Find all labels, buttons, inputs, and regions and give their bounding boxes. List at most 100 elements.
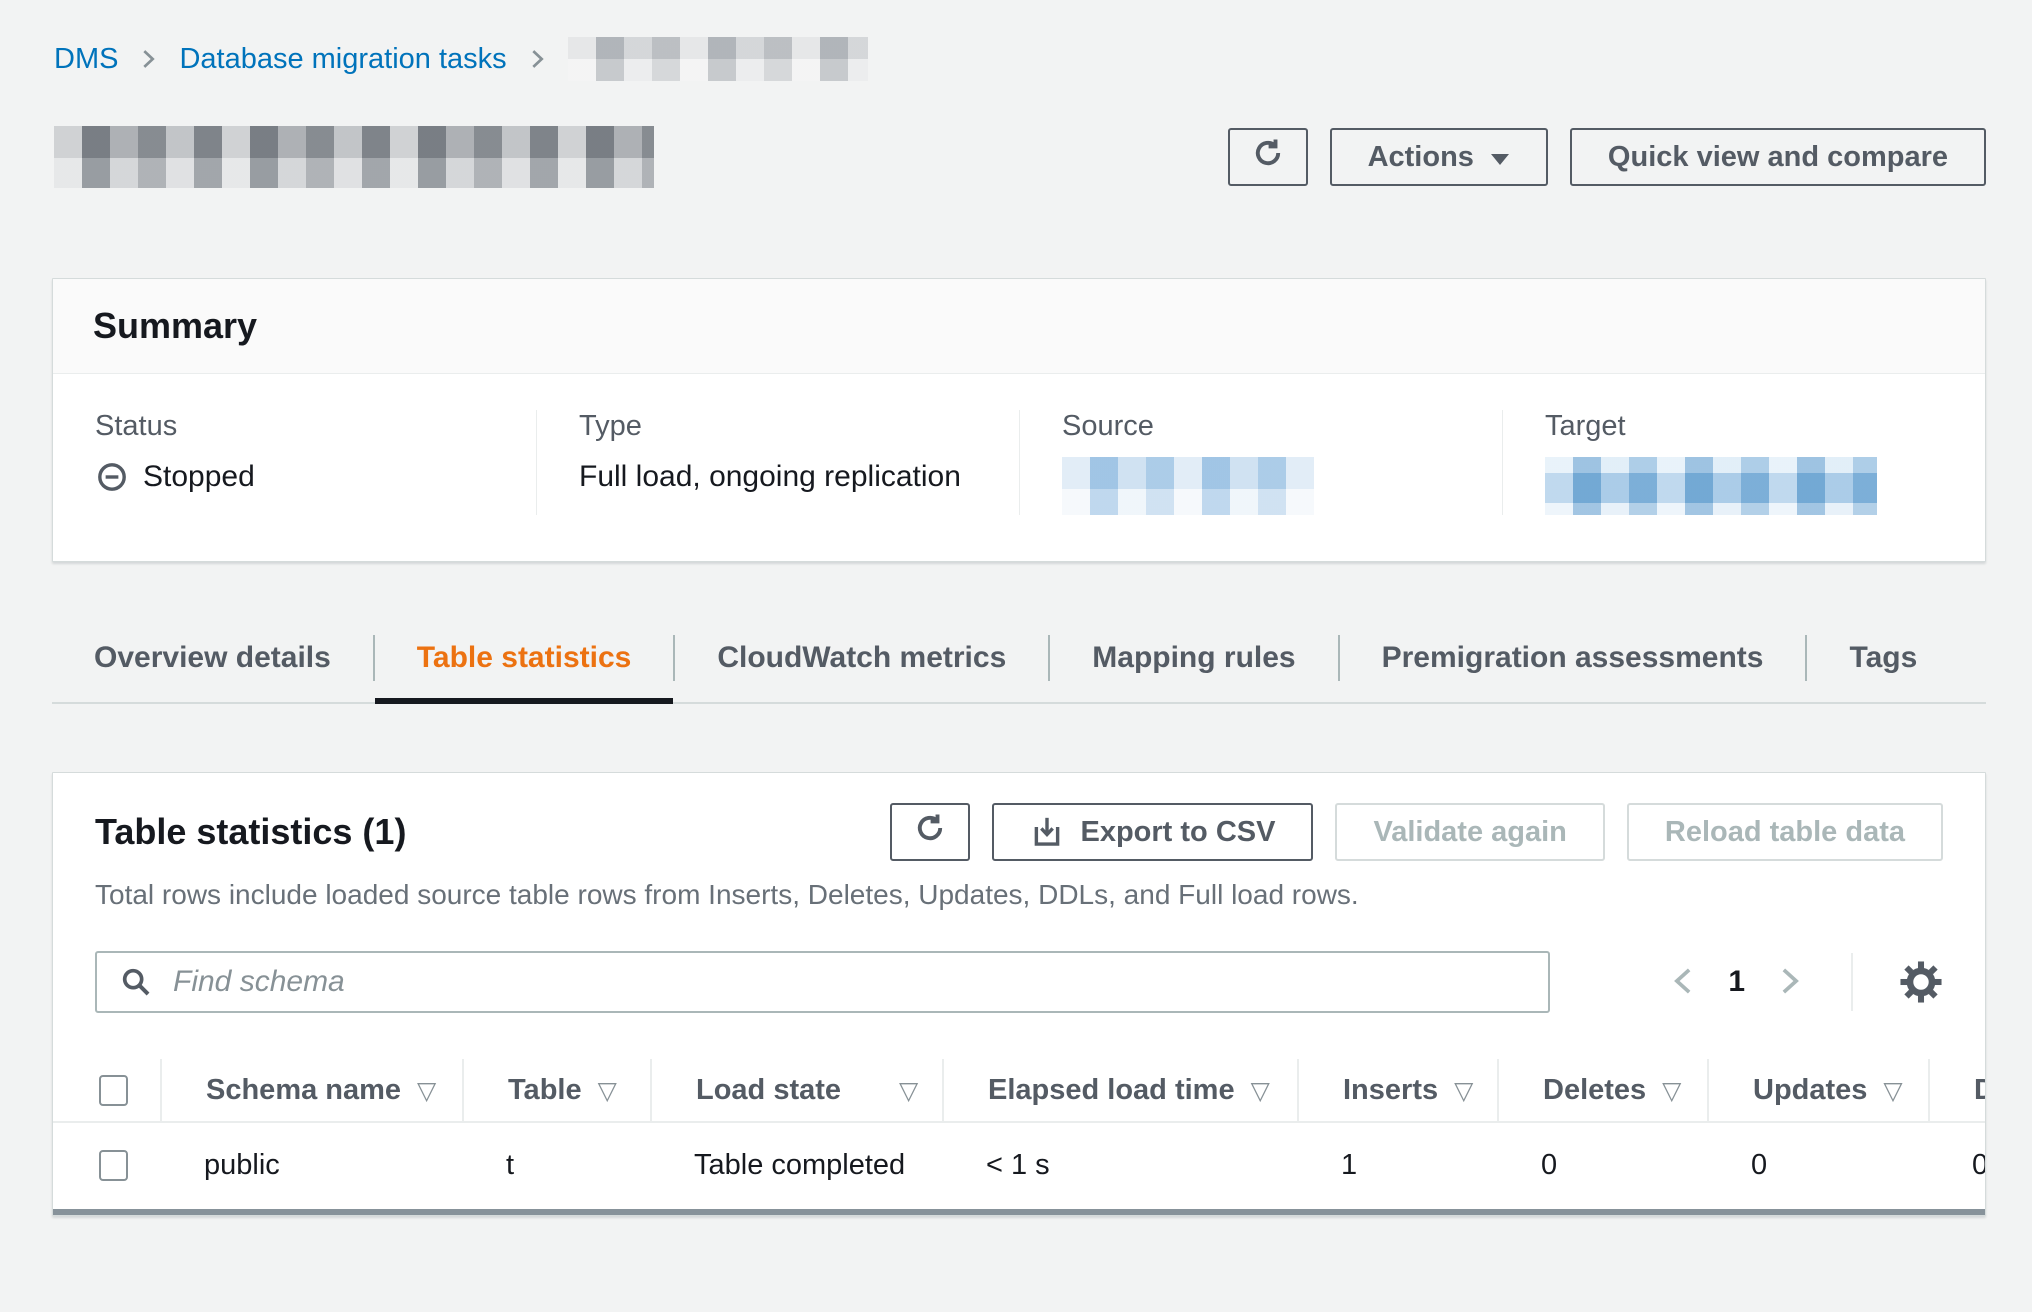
table-preferences-button[interactable] — [1899, 960, 1943, 1004]
column-label: Table — [508, 1074, 582, 1107]
validate-again-label: Validate again — [1373, 816, 1566, 849]
cell-table: t — [462, 1149, 650, 1182]
chevron-left-icon — [1668, 965, 1698, 1000]
table-statistics-title: Table statistics (1) — [95, 811, 406, 853]
cell-load-state: Table completed — [650, 1149, 942, 1182]
summary-field-type: Type Full load, ongoing replication — [536, 410, 1019, 515]
export-csv-button[interactable]: Export to CSV — [992, 803, 1313, 861]
sort-icon: ▽ — [1251, 1076, 1270, 1105]
column-header-schema-name[interactable]: Schema name ▽ — [160, 1059, 462, 1121]
next-page-button[interactable] — [1775, 965, 1805, 1000]
tab-overview-details[interactable]: Overview details — [52, 614, 373, 702]
caret-down-icon — [1490, 141, 1510, 174]
sort-icon: ▽ — [899, 1076, 918, 1105]
cell-schema-name: public — [160, 1149, 462, 1182]
table-statistics-card: Table statistics (1) Export to CSV Valid… — [52, 772, 1986, 1216]
breadcrumb-link-tasks[interactable]: Database migration tasks — [179, 43, 506, 76]
status-value: Stopped — [95, 457, 494, 497]
previous-page-button[interactable] — [1668, 965, 1698, 1000]
field-label: Target — [1545, 410, 1943, 443]
chevron-right-icon — [138, 48, 159, 70]
actions-button-label: Actions — [1368, 141, 1474, 174]
field-label: Source — [1062, 410, 1460, 443]
column-label: DDLs — [1974, 1074, 1986, 1107]
sort-icon: ▽ — [598, 1076, 617, 1105]
chevron-right-icon — [1775, 965, 1805, 1000]
export-csv-label: Export to CSV — [1080, 816, 1275, 849]
search-icon — [119, 965, 153, 999]
row-select-cell — [53, 1150, 160, 1181]
schema-search-box[interactable] — [95, 951, 1550, 1013]
table-statistics-header: Table statistics (1) Export to CSV Valid… — [53, 773, 1985, 861]
page-header: Actions Quick view and compare — [54, 126, 1986, 188]
pagination: 1 — [1668, 953, 1943, 1011]
cell-inserts: 1 — [1297, 1149, 1497, 1182]
tab-tags[interactable]: Tags — [1807, 614, 1959, 702]
source-value — [1062, 457, 1460, 515]
summary-fields: Status Stopped Type Full load, ongoing r… — [53, 374, 1985, 561]
summary-field-source: Source — [1019, 410, 1502, 515]
gear-icon — [1899, 960, 1943, 1004]
chevron-right-icon — [527, 48, 548, 70]
sort-icon: ▽ — [1883, 1076, 1902, 1105]
column-header-ddls[interactable]: DDLs ▽ — [1928, 1059, 1986, 1121]
column-header-elapsed-load-time[interactable]: Elapsed load time ▽ — [942, 1059, 1297, 1121]
row-checkbox[interactable] — [99, 1150, 128, 1181]
column-header-updates[interactable]: Updates ▽ — [1707, 1059, 1928, 1121]
target-value — [1545, 457, 1943, 515]
column-label: Elapsed load time — [988, 1074, 1235, 1107]
table-statistics-actions: Export to CSV Validate again Reload tabl… — [890, 803, 1943, 861]
table-statistics-table: Schema name ▽ Table ▽ Load state ▽ Elaps… — [53, 1059, 1986, 1207]
cell-deletes: 0 — [1497, 1149, 1707, 1182]
breadcrumb-current-redacted — [568, 37, 868, 81]
actions-button[interactable]: Actions — [1330, 128, 1548, 186]
sort-icon: ▽ — [1454, 1076, 1473, 1105]
current-page-number[interactable]: 1 — [1728, 965, 1745, 999]
reload-table-data-button[interactable]: Reload table data — [1627, 803, 1943, 861]
summary-card: Summary Status Stopped Type Full load, o… — [52, 278, 1986, 562]
table-statistics-description: Total rows include loaded source table r… — [53, 861, 1985, 911]
quick-view-button-label: Quick view and compare — [1608, 141, 1948, 174]
reload-table-data-label: Reload table data — [1665, 816, 1905, 849]
table-row: public t Table completed < 1 s 1 0 0 0 — [53, 1123, 1986, 1207]
validate-again-button[interactable]: Validate again — [1335, 803, 1604, 861]
column-label: Load state — [696, 1074, 841, 1107]
stopped-circle-minus-icon — [95, 460, 129, 494]
target-link-redacted[interactable] — [1545, 457, 1877, 515]
summary-field-target: Target — [1502, 410, 1985, 515]
column-label: Updates — [1753, 1074, 1867, 1107]
tab-premigration-assessments[interactable]: Premigration assessments — [1340, 614, 1806, 702]
column-label: Inserts — [1343, 1074, 1438, 1107]
column-header-load-state[interactable]: Load state ▽ — [650, 1059, 942, 1121]
summary-title: Summary — [53, 279, 1985, 374]
download-icon — [1030, 815, 1064, 849]
sort-icon: ▽ — [1662, 1076, 1681, 1105]
column-header-inserts[interactable]: Inserts ▽ — [1297, 1059, 1497, 1121]
column-label: Deletes — [1543, 1074, 1646, 1107]
pager-divider — [1851, 953, 1853, 1011]
summary-field-status: Status Stopped — [53, 410, 536, 515]
select-all-checkbox[interactable] — [99, 1075, 128, 1106]
refresh-table-button[interactable] — [890, 803, 970, 861]
select-all-cell — [53, 1059, 160, 1121]
refresh-icon — [1250, 135, 1286, 179]
cell-elapsed-load-time: < 1 s — [942, 1149, 1297, 1182]
quick-view-button[interactable]: Quick view and compare — [1570, 128, 1986, 186]
column-header-deletes[interactable]: Deletes ▽ — [1497, 1059, 1707, 1121]
refresh-button[interactable] — [1228, 128, 1308, 186]
source-link-redacted[interactable] — [1062, 457, 1314, 515]
column-header-table[interactable]: Table ▽ — [462, 1059, 650, 1121]
tab-mapping-rules[interactable]: Mapping rules — [1050, 614, 1337, 702]
sort-icon: ▽ — [417, 1076, 436, 1105]
field-label: Type — [579, 410, 977, 443]
column-label: Schema name — [206, 1074, 401, 1107]
tab-cloudwatch-metrics[interactable]: CloudWatch metrics — [675, 614, 1048, 702]
tab-table-statistics[interactable]: Table statistics — [375, 614, 674, 702]
find-schema-input[interactable] — [173, 965, 1526, 999]
cell-ddls: 0 — [1928, 1149, 1986, 1182]
page-actions: Actions Quick view and compare — [1228, 128, 1986, 186]
breadcrumb-link-dms[interactable]: DMS — [54, 43, 118, 76]
breadcrumb: DMS Database migration tasks — [54, 38, 2032, 80]
field-label: Status — [95, 410, 494, 443]
detail-tabs: Overview details Table statistics CloudW… — [52, 614, 1986, 704]
